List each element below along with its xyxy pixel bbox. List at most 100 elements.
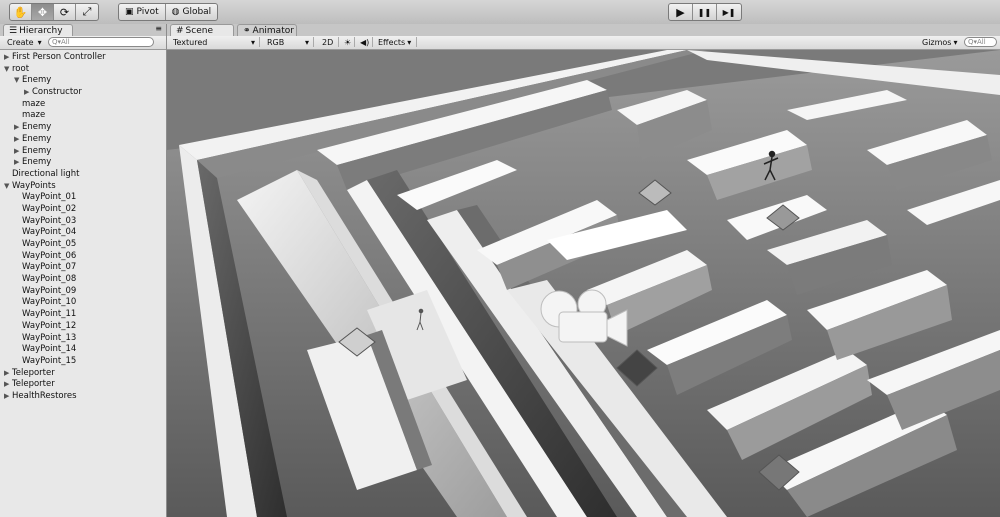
hand-tool-button[interactable]: ✋: [10, 4, 32, 20]
hierarchy-row[interactable]: Directional light: [0, 169, 166, 181]
main-toolbar: ✋ ✥ ⟳ ⤢ ▣ Pivot ◍ Global ▶ ❚❚ ▶❚: [0, 0, 1000, 25]
hierarchy-row[interactable]: WayPoint_14: [0, 344, 166, 356]
hierarchy-row-label: Directional light: [12, 168, 80, 179]
gizmos-label: Gizmos: [922, 37, 952, 47]
animator-icon: ⚭: [243, 25, 251, 36]
hierarchy-row[interactable]: ▼ Enemy: [0, 75, 166, 87]
expanded-arrow-icon[interactable]: ▼: [4, 181, 12, 193]
collapsed-arrow-icon[interactable]: ▶: [14, 134, 22, 146]
pivot-icon: ▣: [125, 7, 134, 17]
hierarchy-row-label: WayPoint_04: [22, 227, 77, 238]
render-mode-label: Textured: [173, 37, 208, 47]
scale-tool-button[interactable]: ⤢: [76, 4, 98, 20]
panel-menu-icon[interactable]: ≡: [155, 24, 162, 33]
tab-animator[interactable]: ⚭ Animator: [237, 24, 297, 36]
pivot-toggle[interactable]: ▣ Pivot: [119, 4, 166, 20]
hierarchy-row[interactable]: maze: [0, 99, 166, 111]
color-mode-dropdown[interactable]: RGB ▾: [264, 37, 314, 47]
transform-tools: ✋ ✥ ⟳ ⤢: [9, 3, 99, 21]
collapsed-arrow-icon[interactable]: ▶: [4, 379, 12, 391]
hierarchy-row[interactable]: WayPoint_13: [0, 333, 166, 345]
render-mode-dropdown[interactable]: Textured ▾: [170, 37, 260, 47]
collapsed-arrow-icon[interactable]: ▶: [24, 87, 32, 99]
gizmo-search-input[interactable]: Q▾All: [964, 37, 997, 47]
hierarchy-row[interactable]: ▶ Enemy: [0, 146, 166, 158]
handle-toggles: ▣ Pivot ◍ Global: [118, 3, 219, 21]
hierarchy-row[interactable]: WayPoint_08: [0, 274, 166, 286]
collapsed-arrow-icon[interactable]: ▶: [4, 52, 12, 64]
hierarchy-row[interactable]: ▶ Enemy: [0, 134, 166, 146]
chevron-down-icon: ▾: [953, 37, 958, 47]
collapsed-arrow-icon[interactable]: ▶: [4, 391, 12, 403]
hierarchy-row[interactable]: WayPoint_06: [0, 251, 166, 263]
2d-toggle[interactable]: 2D: [319, 37, 339, 47]
hierarchy-row-label: First Person Controller: [12, 52, 106, 62]
hierarchy-row[interactable]: ▼ root: [0, 64, 166, 76]
create-dropdown[interactable]: Create ▾: [4, 37, 44, 47]
expanded-arrow-icon[interactable]: ▼: [14, 75, 22, 87]
effects-label: Effects: [378, 37, 406, 47]
pause-button[interactable]: ❚❚: [693, 4, 717, 20]
hierarchy-row[interactable]: WayPoint_02: [0, 204, 166, 216]
hierarchy-row-label: WayPoint_03: [22, 215, 77, 226]
tab-scene[interactable]: # Scene: [170, 24, 234, 36]
hierarchy-search-input[interactable]: Q▾All: [48, 37, 154, 47]
globe-icon: ◍: [171, 7, 180, 17]
hierarchy-row-label: WayPoint_14: [22, 344, 77, 355]
hierarchy-row[interactable]: ▶ Constructor: [0, 87, 166, 99]
hierarchy-row[interactable]: WayPoint_10: [0, 297, 166, 309]
hierarchy-row[interactable]: WayPoint_01: [0, 192, 166, 204]
hierarchy-row[interactable]: ▼ WayPoints: [0, 181, 166, 193]
collapsed-arrow-icon[interactable]: ▶: [14, 157, 22, 169]
hierarchy-row-label: Teleporter: [12, 379, 55, 390]
collapsed-arrow-icon[interactable]: ▶: [4, 368, 12, 380]
hierarchy-row[interactable]: ▶ Teleporter: [0, 379, 166, 391]
hierarchy-row[interactable]: ▶ Enemy: [0, 157, 166, 169]
hierarchy-row-label: Enemy: [22, 133, 52, 144]
hierarchy-tabstrip: ☰ Hierarchy ≡: [0, 24, 166, 36]
hierarchy-row[interactable]: ▶ Enemy: [0, 122, 166, 134]
step-icon: ▶❚: [722, 7, 736, 17]
hierarchy-row[interactable]: ▶ HealthRestores: [0, 391, 166, 403]
hierarchy-row-label: WayPoint_06: [22, 250, 77, 261]
tab-hierarchy[interactable]: ☰ Hierarchy: [3, 24, 73, 36]
audio-toggle[interactable]: ◀): [357, 37, 373, 47]
hierarchy-row[interactable]: ▶ First Person Controller: [0, 52, 166, 64]
global-toggle[interactable]: ◍ Global: [166, 4, 218, 20]
scene-viewport[interactable]: [167, 50, 1000, 517]
play-button[interactable]: ▶: [669, 4, 693, 20]
scene-panel: # Scene ⚭ Animator Textured ▾ RGB ▾ 2D ☀ ◀)…: [167, 24, 1000, 517]
move-tool-button[interactable]: ✥: [32, 4, 54, 20]
gizmos-dropdown[interactable]: Gizmos ▾: [919, 37, 961, 47]
lighting-toggle[interactable]: ☀: [341, 37, 355, 47]
collapsed-arrow-icon[interactable]: ▶: [14, 122, 22, 134]
color-mode-label: RGB: [267, 37, 285, 47]
effects-dropdown[interactable]: Effects ▾: [375, 37, 417, 47]
maze-render: [167, 50, 1000, 517]
chevron-down-icon: ▾: [37, 37, 42, 47]
hierarchy-row-label: WayPoint_10: [22, 297, 77, 308]
hierarchy-row-label: WayPoint_11: [22, 309, 77, 320]
hierarchy-row[interactable]: WayPoint_03: [0, 216, 166, 228]
hierarchy-row-label: WayPoint_09: [22, 285, 77, 296]
hierarchy-row[interactable]: WayPoint_12: [0, 321, 166, 333]
hierarchy-row-label: WayPoint_07: [22, 262, 77, 273]
hierarchy-row[interactable]: maze: [0, 110, 166, 122]
hierarchy-row-label: maze: [22, 98, 46, 109]
rotate-tool-button[interactable]: ⟳: [54, 4, 76, 20]
hierarchy-row[interactable]: WayPoint_04: [0, 227, 166, 239]
expanded-arrow-icon[interactable]: ▼: [4, 64, 12, 76]
hierarchy-row-label: Enemy: [22, 122, 52, 133]
hierarchy-row[interactable]: WayPoint_11: [0, 309, 166, 321]
hierarchy-row[interactable]: WayPoint_07: [0, 262, 166, 274]
global-label: Global: [182, 7, 212, 17]
hierarchy-row[interactable]: WayPoint_09: [0, 286, 166, 298]
collapsed-arrow-icon[interactable]: ▶: [14, 146, 22, 158]
rotate-icon: ⟳: [59, 5, 70, 19]
hierarchy-row[interactable]: WayPoint_15: [0, 356, 166, 368]
step-button[interactable]: ▶❚: [717, 4, 741, 20]
hierarchy-row[interactable]: ▶ Teleporter: [0, 368, 166, 380]
sun-icon: ☀: [344, 37, 352, 47]
tab-scene-label: Scene: [185, 25, 213, 36]
hierarchy-row[interactable]: WayPoint_05: [0, 239, 166, 251]
